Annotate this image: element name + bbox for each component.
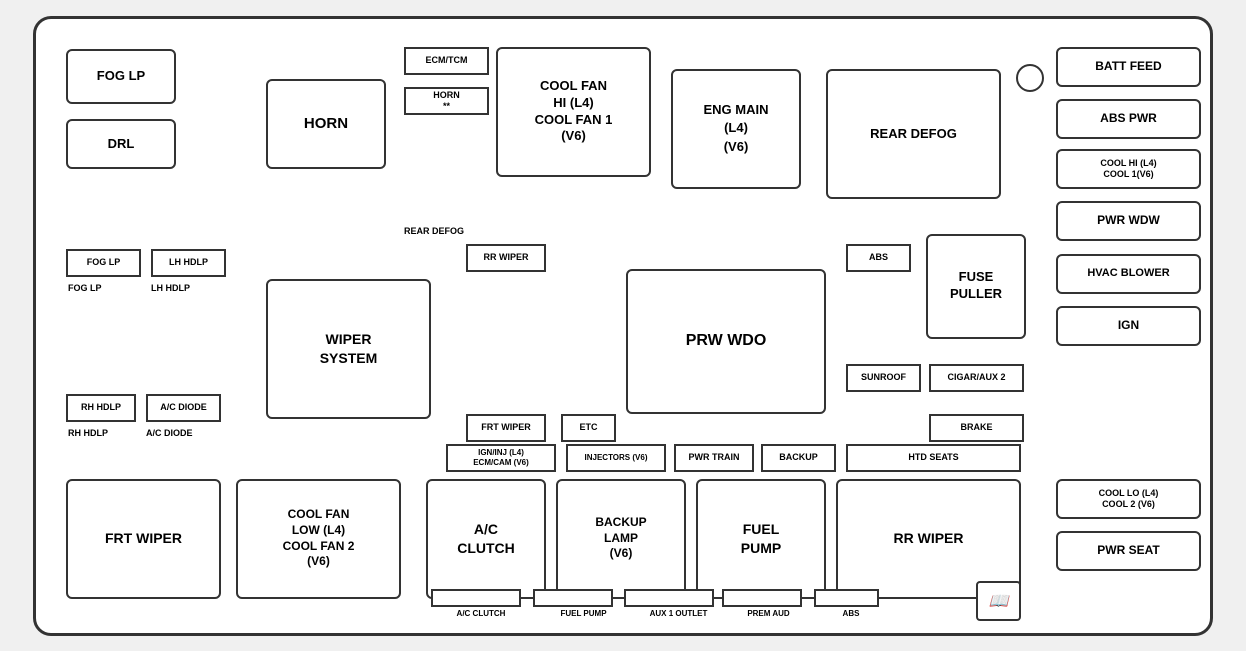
ac-diode-label: A/C DIODE [146,429,193,439]
abs-bottom-label: ABS [826,609,876,619]
rh-hdlp-label: RH HDLP [68,429,108,439]
ac-clutch-small-label: A/C CLUTCH [431,609,531,619]
cigar-aux2: CIGAR/AUX 2 [929,364,1024,392]
sunroof: SUNROOF [846,364,921,392]
pwr-seat: PWR SEAT [1056,531,1201,571]
ign-inj: IGN/INJ (L4)ECM/CAM (V6) [446,444,556,472]
frt-wiper-large: FRT WIPER [66,479,221,599]
prw-wdo: PRW WDO [626,269,826,414]
hvac-blower: HVAC BLOWER [1056,254,1201,294]
batt-feed: BATT FEED [1056,47,1201,87]
ac-clutch-small [431,589,521,607]
lh-hdlp-small-label: LH HDLP [151,284,190,294]
drl: DRL [66,119,176,169]
prem-aud-small [722,589,802,607]
pwr-train: PWR TRAIN [674,444,754,472]
brake: BRAKE [929,414,1024,442]
etc: ETC [561,414,616,442]
injectors: INJECTORS (V6) [566,444,666,472]
connector-circle [1016,64,1044,92]
ign-right: IGN [1056,306,1201,346]
rear-defog-small-label: REAR DEFOG [404,227,464,237]
lh-hdlp: LH HDLP [151,249,226,277]
wiper-system: WIPERSYSTEM [266,279,431,419]
ac-diode: A/C DIODE [146,394,221,422]
cool-hi-l4: COOL HI (L4)COOL 1(V6) [1056,149,1201,189]
fuse-puller: FUSEPULLER [926,234,1026,339]
info-icon: 📖 [976,581,1021,621]
abs-small: ABS [846,244,911,272]
backup-lamp: BACKUPLAMP(V6) [556,479,686,599]
prem-aud-label: PREM AUD [731,609,806,619]
horn-small: HORN ** [404,87,489,115]
cool-fan-low: COOL FANLOW (L4)COOL FAN 2(V6) [236,479,401,599]
fog-lp-large: FOG LP [66,49,176,104]
htd-seats: HTD SEATS [846,444,1021,472]
ac-clutch-large: A/CCLUTCH [426,479,546,599]
backup-small: BACKUP [761,444,836,472]
horn: HORN [266,79,386,169]
rr-wiper-small-top: RR WIPER [466,244,546,272]
fuse-box: FOG LP DRL HORN ECM/TCM HORN ** COOL FAN… [33,16,1213,636]
cool-lo: COOL LO (L4)COOL 2 (V6) [1056,479,1201,519]
frt-wiper-small: FRT WIPER [466,414,546,442]
fog-lp-small: FOG LP [66,249,141,277]
abs-pwr: ABS PWR [1056,99,1201,139]
abs-bottom-small [814,589,879,607]
fuel-pump-small-label: FUEL PUMP [541,609,626,619]
rh-hdlp: RH HDLP [66,394,136,422]
aux1-outlet-small [624,589,714,607]
rear-defog-large: REAR DEFOG [826,69,1001,199]
cool-fan-hi: COOL FANHI (L4)COOL FAN 1(V6) [496,47,651,177]
fuel-pump-large: FUELPUMP [696,479,826,599]
aux1-outlet-label: AUX 1 OUTLET [631,609,726,619]
ecm-tcm: ECM/TCM [404,47,489,75]
pwr-wdw-right: PWR WDW [1056,201,1201,241]
eng-main: ENG MAIN(L4)(V6) [671,69,801,189]
fuel-pump-small [533,589,613,607]
fog-lp-small-label: FOG LP [68,284,102,294]
